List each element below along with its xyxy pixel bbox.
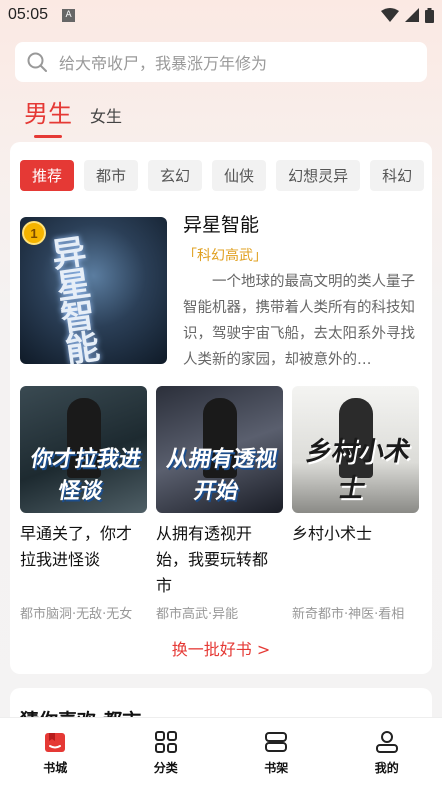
nav-label: 分类: [153, 761, 178, 775]
search-icon: [27, 52, 47, 72]
notification-icon: A: [62, 8, 76, 22]
nav-profile[interactable]: 我的: [347, 729, 427, 776]
book-tags: 都市脑洞·无敌·无女: [20, 607, 133, 622]
signal-icon: [405, 8, 419, 22]
book-title[interactable]: 早通关了，你才拉我进怪谈: [20, 521, 147, 599]
book-card[interactable]: 乡村小术士 乡村小术士 新奇都市·神医·看相: [292, 386, 419, 622]
wifi-icon: [381, 8, 399, 22]
battery-icon: [425, 7, 434, 23]
book-tags: 新奇都市·神医·看相: [292, 607, 405, 622]
recommend-card: 推荐 都市 玄幻 仙侠 幻想灵异 科幻 异星智能 1 异星智能 「科幻高武」 一…: [10, 142, 432, 674]
refresh-books-button[interactable]: 换一批好书 >: [10, 636, 432, 660]
bookshelf-icon: [265, 732, 288, 752]
nav-label: 书架: [264, 761, 289, 775]
search-placeholder: 给大帝收尸，我暴涨万年修为: [59, 54, 268, 73]
book-grid: 你才拉我进怪谈 早通关了，你才拉我进怪谈 都市脑洞·无敌·无女 从拥有透视开始 …: [20, 386, 419, 622]
featured-book-cover[interactable]: 异星智能 1: [20, 217, 167, 364]
book-cover[interactable]: 你才拉我进怪谈: [20, 386, 147, 513]
book-title[interactable]: 从拥有透视开始，我要玩转都市: [156, 521, 283, 599]
rank-badge: 1: [22, 221, 46, 245]
book-title[interactable]: 乡村小术士: [292, 521, 419, 599]
nav-label: 我的: [374, 761, 399, 775]
status-time: 05:05: [8, 6, 49, 23]
featured-book-genre: 「科幻高武」: [183, 248, 267, 264]
book-cover-text: 从拥有透视开始: [164, 447, 280, 504]
featured-book-title[interactable]: 异星智能: [183, 210, 259, 237]
book-cover-text: 你才拉我进怪谈: [28, 447, 144, 504]
profile-icon: [375, 731, 398, 753]
nav-label: 书城: [43, 761, 68, 775]
chip-xianxia[interactable]: 仙侠: [212, 160, 267, 191]
category-chips: 推荐 都市 玄幻 仙侠 幻想灵异 科幻: [20, 160, 425, 191]
status-icons: [381, 7, 434, 23]
featured-cover-text: 异星智能: [43, 232, 101, 364]
search-bar[interactable]: 给大帝收尸，我暴涨万年修为: [15, 42, 427, 82]
gender-tabs: 男生 女生: [24, 94, 122, 138]
book-cover[interactable]: 乡村小术士: [292, 386, 419, 513]
category-grid-icon: [154, 731, 177, 753]
tab-male[interactable]: 男生: [24, 94, 72, 138]
chip-recommend[interactable]: 推荐: [20, 160, 75, 191]
book-cover[interactable]: 从拥有透视开始: [156, 386, 283, 513]
book-card[interactable]: 从拥有透视开始 从拥有透视开始，我要玩转都市 都市高武·异能: [156, 386, 283, 622]
status-bar: 05:05 A: [0, 0, 442, 30]
nav-bookshelf[interactable]: 书架: [236, 729, 316, 776]
tab-female[interactable]: 女生: [90, 103, 122, 135]
bookstore-icon: [45, 733, 66, 752]
chip-xuanhuan[interactable]: 玄幻: [148, 160, 203, 191]
nav-bookstore[interactable]: 书城: [15, 729, 95, 776]
featured-book-description[interactable]: 一个地球的最高文明的类人量子智能机器，携带着人类所有的科技知识，驾驶宇宙飞船，去…: [183, 269, 423, 373]
chip-fantasy[interactable]: 幻想灵异: [276, 160, 361, 191]
bottom-nav: 书城 分类 书架 我的: [0, 717, 442, 787]
book-tags: 都市高武·异能: [156, 607, 239, 622]
book-card[interactable]: 你才拉我进怪谈 早通关了，你才拉我进怪谈 都市脑洞·无敌·无女: [20, 386, 147, 622]
chip-urban[interactable]: 都市: [84, 160, 139, 191]
nav-category[interactable]: 分类: [126, 729, 206, 776]
chip-scifi[interactable]: 科幻: [370, 160, 425, 191]
book-cover-text: 乡村小术士: [303, 437, 413, 504]
